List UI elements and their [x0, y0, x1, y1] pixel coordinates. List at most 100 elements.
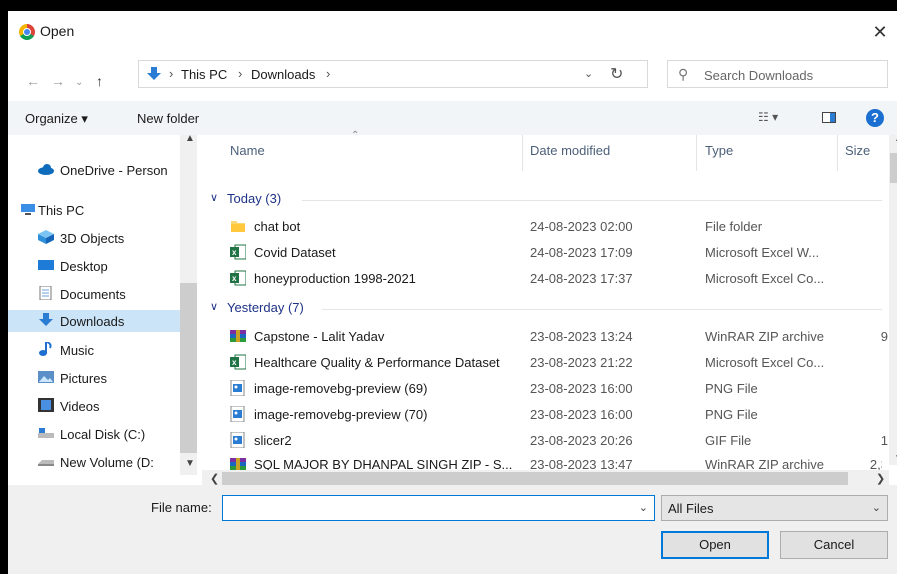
forward-arrow-icon[interactable]: → — [51, 73, 65, 89]
file-type-filter[interactable]: All Files ⌄ — [661, 495, 888, 521]
file-name-combobox[interactable]: ⌄ — [222, 495, 655, 521]
file-type: WinRAR ZIP archive — [705, 457, 824, 471]
file-row[interactable]: SQL MAJOR BY DHANPAL SINGH ZIP - S... 23… — [202, 451, 882, 471]
cancel-button[interactable]: Cancel — [780, 531, 888, 559]
image-file-icon — [230, 406, 245, 422]
organize-button[interactable]: Organize ▾ — [25, 111, 88, 127]
nav-item-desktop[interactable]: Desktop — [8, 255, 180, 277]
collapse-chevron-icon[interactable]: ∨ — [210, 191, 218, 204]
preview-pane-icon[interactable] — [822, 112, 836, 123]
close-button[interactable]: ✕ — [863, 19, 897, 45]
breadcrumb-this-pc[interactable]: This PC — [181, 67, 227, 82]
scroll-up-icon[interactable]: ▲ — [185, 133, 195, 144]
recent-locations-chevron-icon[interactable]: ⌄ — [75, 77, 83, 88]
download-icon — [147, 67, 161, 80]
file-row[interactable]: slicer2 23-08-2023 20:26 GIF File 1 — [202, 427, 888, 453]
file-date: 23-08-2023 16:00 — [530, 381, 633, 396]
desktop-icon — [38, 260, 54, 270]
nav-item-music[interactable]: Music — [8, 339, 180, 361]
file-row[interactable]: Capstone - Lalit Yadav 23-08-2023 13:24 … — [202, 323, 888, 349]
breadcrumb-downloads[interactable]: Downloads — [251, 67, 315, 82]
nav-item-onedrive[interactable]: OneDrive - Person — [8, 159, 180, 181]
file-row[interactable]: image-removebg-preview (70) 23-08-2023 1… — [202, 401, 882, 427]
file-type-filter-value: All Files — [668, 501, 714, 516]
file-date: 23-08-2023 13:47 — [530, 457, 633, 471]
music-icon — [39, 342, 52, 356]
search-input[interactable] — [702, 62, 886, 88]
group-divider — [322, 309, 882, 310]
drive-icon — [38, 460, 54, 466]
nav-item-videos[interactable]: Videos — [8, 395, 180, 417]
file-type: Microsoft Excel Co... — [705, 271, 825, 286]
address-bar[interactable]: › This PC › Downloads › ⌄ ↻ — [138, 60, 648, 88]
nav-scrollbar[interactable]: ▲ ▼ — [180, 133, 197, 475]
file-size: 9 — [880, 329, 888, 344]
file-date: 24-08-2023 02:00 — [530, 219, 633, 234]
file-type: PNG File — [705, 381, 758, 396]
command-toolbar: Organize ▾ New folder ☷ ▾ ? — [8, 101, 897, 135]
nav-item-new-volume-d[interactable]: New Volume (D: — [8, 451, 180, 473]
scroll-left-icon[interactable]: ❮ — [210, 472, 219, 485]
column-header-date-modified[interactable]: Date modified — [530, 143, 610, 158]
sort-ascending-icon: ⌃ — [351, 130, 360, 141]
nav-item-local-disk-c[interactable]: Local Disk (C:) — [8, 423, 180, 445]
file-name-label: File name: — [151, 500, 212, 515]
image-file-icon — [230, 432, 245, 448]
view-options-icon[interactable]: ☷ ▾ — [758, 110, 778, 124]
horizontal-scrollbar-thumb[interactable] — [222, 472, 848, 485]
scroll-right-icon[interactable]: ❯ — [876, 472, 885, 485]
nav-item-pictures[interactable]: Pictures — [8, 367, 180, 389]
file-list-vertical-scrollbar[interactable]: ▲ ▼ — [889, 133, 897, 465]
open-button[interactable]: Open — [661, 531, 769, 559]
collapse-chevron-icon[interactable]: ∨ — [210, 300, 218, 313]
file-name: honeyproduction 1998-2021 — [254, 271, 416, 286]
column-divider[interactable] — [696, 135, 697, 171]
chevron-down-icon[interactable]: ⌄ — [872, 501, 881, 514]
file-name: SQL MAJOR BY DHANPAL SINGH ZIP - S... — [254, 457, 513, 471]
new-folder-button[interactable]: New folder — [137, 111, 199, 126]
up-arrow-icon[interactable]: ↑ — [96, 73, 103, 89]
back-arrow-icon[interactable]: ← — [26, 73, 40, 89]
file-row[interactable]: x Healthcare Quality & Performance Datas… — [202, 349, 882, 375]
nav-item-downloads[interactable]: Downloads — [8, 310, 180, 332]
refresh-icon[interactable]: ↻ — [610, 64, 623, 84]
file-type: WinRAR ZIP archive — [705, 329, 824, 344]
navigation-pane: OneDrive - Person This PC 3D Objects Des… — [8, 133, 199, 475]
file-row[interactable]: image-removebg-preview (69) 23-08-2023 1… — [202, 375, 882, 401]
scroll-down-icon[interactable]: ▼ — [185, 458, 195, 469]
dialog-footer: File name: ⌄ All Files ⌄ Open Cancel — [8, 485, 897, 574]
group-header-today[interactable]: ∨ Today (3) — [202, 189, 882, 209]
file-type: Microsoft Excel Co... — [705, 355, 825, 370]
column-divider[interactable] — [522, 135, 523, 171]
file-row[interactable]: x honeyproduction 1998-2021 24-08-2023 1… — [202, 265, 882, 291]
dialog-title: Open — [40, 23, 75, 39]
open-file-dialog: Open ✕ ← → ⌄ ↑ › This PC › Downloads › ⌄… — [8, 11, 897, 574]
column-header-type[interactable]: Type — [705, 143, 733, 158]
file-date: 23-08-2023 13:24 — [530, 329, 633, 344]
excel-icon: x — [230, 244, 246, 260]
nav-item-this-pc[interactable]: This PC — [8, 199, 180, 221]
address-dropdown-icon[interactable]: ⌄ — [584, 67, 593, 80]
file-type: Microsoft Excel W... — [705, 245, 820, 260]
download-icon — [39, 313, 53, 326]
nav-item-documents[interactable]: Documents — [8, 283, 180, 305]
file-name: Capstone - Lalit Yadav — [254, 329, 385, 344]
winrar-icon — [230, 330, 246, 342]
help-icon[interactable]: ? — [866, 109, 884, 127]
column-divider[interactable] — [837, 135, 838, 171]
vertical-scrollbar-thumb[interactable] — [890, 153, 897, 183]
file-name-input[interactable] — [227, 498, 631, 520]
file-type: File folder — [705, 219, 763, 234]
chevron-down-icon[interactable]: ⌄ — [639, 501, 648, 514]
file-date: 24-08-2023 17:09 — [530, 245, 633, 260]
column-header-name[interactable]: Name — [230, 143, 265, 158]
search-icon: ⚲ — [678, 66, 689, 82]
file-row[interactable]: x Covid Dataset 24-08-2023 17:09 Microso… — [202, 239, 882, 265]
group-header-yesterday[interactable]: ∨ Yesterday (7) — [202, 298, 882, 318]
search-box[interactable]: ⚲ — [667, 60, 888, 88]
column-header-size[interactable]: Size — [845, 143, 870, 158]
nav-item-3d-objects[interactable]: 3D Objects — [8, 227, 180, 249]
nav-scrollbar-thumb[interactable] — [180, 283, 197, 453]
drive-icon — [38, 428, 54, 438]
file-row[interactable]: chat bot 24-08-2023 02:00 File folder — [202, 213, 882, 239]
